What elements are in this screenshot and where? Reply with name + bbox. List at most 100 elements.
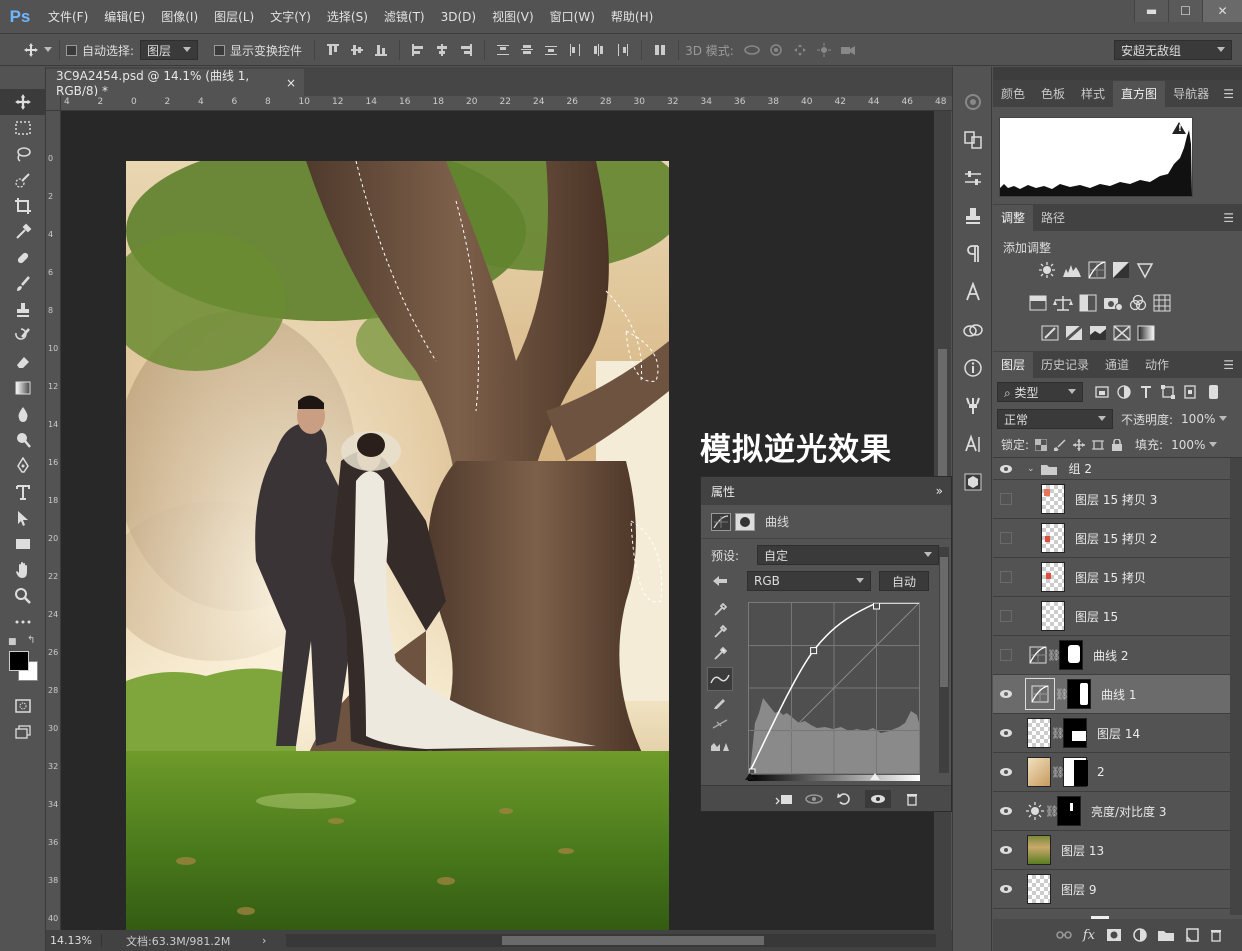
threshold-icon[interactable] <box>1089 325 1107 341</box>
reset-icon[interactable] <box>835 790 853 808</box>
glyphs-icon[interactable] <box>953 425 993 463</box>
new-layer-icon[interactable] <box>1185 928 1199 942</box>
smooth-curve-icon[interactable] <box>707 713 733 735</box>
properties-scrollbar[interactable] <box>939 547 949 773</box>
gradient-map-icon[interactable] <box>1137 325 1155 341</box>
filter-type-icon[interactable] <box>1139 385 1153 399</box>
tab-layers[interactable]: 图层 <box>993 352 1034 378</box>
tab-history[interactable]: 历史记录 <box>1033 352 1097 378</box>
tab-paths[interactable]: 路径 <box>1033 205 1073 231</box>
align-right-icon[interactable] <box>457 41 475 59</box>
curves-graph[interactable] <box>748 602 920 774</box>
adjustments-sliders-icon[interactable] <box>953 159 993 197</box>
panel-menu-icon[interactable]: ☰ <box>1223 81 1242 107</box>
tool-presets-icon[interactable] <box>953 197 993 235</box>
hand-target-icon[interactable] <box>711 574 731 588</box>
info-icon[interactable] <box>953 349 993 387</box>
lock-pixels-icon[interactable] <box>1054 438 1066 451</box>
vibrance-icon[interactable] <box>1136 261 1154 279</box>
align-hcenter-icon[interactable] <box>433 41 451 59</box>
link-icon[interactable]: ⛓ <box>1047 649 1061 662</box>
link-icon[interactable]: ⛓ <box>1051 766 1065 779</box>
filter-adjustment-icon[interactable] <box>1117 385 1131 399</box>
menu-3d[interactable]: 3D(D) <box>433 0 484 34</box>
auto-select-dropdown[interactable]: 图层 <box>140 40 199 60</box>
lock-all-icon[interactable] <box>1111 438 1123 451</box>
eye-icon[interactable] <box>993 767 1019 777</box>
clone-source-icon[interactable] <box>953 121 993 159</box>
align-vcenter-icon[interactable] <box>348 41 366 59</box>
zoom-tool[interactable] <box>0 583 46 609</box>
distribute-top-icon[interactable] <box>494 41 512 59</box>
add-mask-icon[interactable] <box>1106 928 1122 942</box>
path-select-tool[interactable] <box>0 505 46 531</box>
vertical-scroll-thumb[interactable] <box>938 349 947 489</box>
trash-icon[interactable] <box>1210 928 1222 942</box>
black-white-icon[interactable] <box>1079 294 1097 312</box>
align-bottom-icon[interactable] <box>372 41 390 59</box>
properties-scroll-thumb[interactable] <box>940 557 948 687</box>
close-tab-icon[interactable]: × <box>286 76 296 90</box>
visibility-toggle[interactable] <box>993 571 1019 583</box>
gradient-tool[interactable] <box>0 375 46 401</box>
lasso-tool[interactable] <box>0 141 46 167</box>
layer-mask-icon[interactable] <box>735 512 755 531</box>
white-point-eyedropper-icon[interactable] <box>707 643 733 665</box>
tab-styles[interactable]: 样式 <box>1073 81 1113 107</box>
ruler-origin[interactable] <box>46 96 61 111</box>
healing-brush-tool[interactable] <box>0 245 46 271</box>
document-tab[interactable]: 3C9A2454.psd @ 14.1% (曲线 1, RGB/8) * × <box>46 69 304 98</box>
toggle-visibility-icon[interactable] <box>865 789 891 808</box>
menu-edit[interactable]: 编辑(E) <box>96 0 153 34</box>
tab-actions[interactable]: 动作 <box>1137 352 1177 378</box>
auto-select-checkbox[interactable] <box>66 44 77 56</box>
menu-filter[interactable]: 滤镜(T) <box>376 0 433 34</box>
visibility-toggle[interactable] <box>993 493 1019 505</box>
blur-tool[interactable] <box>0 401 46 427</box>
link-layers-icon[interactable] <box>1056 930 1072 940</box>
menu-select[interactable]: 选择(S) <box>319 0 376 34</box>
clipping-warning-icon[interactable] <box>707 735 733 757</box>
brush-settings-icon[interactable] <box>953 387 993 425</box>
tab-color[interactable]: 颜色 <box>993 81 1033 107</box>
tab-channels[interactable]: 通道 <box>1097 352 1137 378</box>
distribute-bottom-icon[interactable] <box>542 41 560 59</box>
quick-select-tool[interactable] <box>0 167 46 193</box>
color-balance-icon[interactable] <box>1053 294 1073 312</box>
new-group-icon[interactable] <box>1158 929 1174 941</box>
filter-pixel-icon[interactable] <box>1095 385 1109 399</box>
layer-row[interactable]: 图层 13 <box>993 831 1230 870</box>
resize-handle[interactable] <box>1091 916 1109 919</box>
lock-artboard-icon[interactable] <box>1092 439 1105 451</box>
curves-plot[interactable] <box>749 603 919 773</box>
collapse-handle[interactable] <box>0 67 45 75</box>
dodge-tool[interactable] <box>0 427 46 453</box>
history-brush-tool[interactable] <box>0 323 46 349</box>
tab-histogram[interactable]: 直方图 <box>1113 81 1166 107</box>
character-icon[interactable] <box>953 273 993 311</box>
horizontal-scroll-thumb[interactable] <box>502 936 764 945</box>
crop-tool[interactable] <box>0 193 46 219</box>
quick-mask-button[interactable] <box>0 693 46 719</box>
view-previous-state-icon[interactable] <box>805 790 823 808</box>
rectangle-tool[interactable] <box>0 531 46 557</box>
libraries-icon[interactable] <box>953 311 993 349</box>
layer-row[interactable]: 图层 9 <box>993 870 1230 909</box>
eye-icon[interactable] <box>993 806 1019 816</box>
eye-icon[interactable] <box>993 728 1019 738</box>
3d-layers-icon[interactable] <box>953 463 993 501</box>
preset-dropdown[interactable]: 自定 <box>757 545 939 565</box>
menu-view[interactable]: 视图(V) <box>484 0 542 34</box>
eye-icon[interactable] <box>993 464 1019 474</box>
tab-navigator[interactable]: 导航器 <box>1165 81 1217 107</box>
eye-icon[interactable] <box>993 884 1019 894</box>
white-slider-handle[interactable] <box>870 773 880 780</box>
chevron-down-icon[interactable] <box>43 41 53 59</box>
link-icon[interactable]: ⛓ <box>1045 805 1059 818</box>
swap-colors-icon[interactable]: ↰ <box>27 635 35 646</box>
hand-tool[interactable] <box>0 557 46 583</box>
curve-control-point[interactable] <box>873 603 880 610</box>
hue-saturation-icon[interactable] <box>1029 294 1047 312</box>
tab-adjustments[interactable]: 调整 <box>993 205 1034 231</box>
edit-points-icon[interactable] <box>707 667 733 691</box>
